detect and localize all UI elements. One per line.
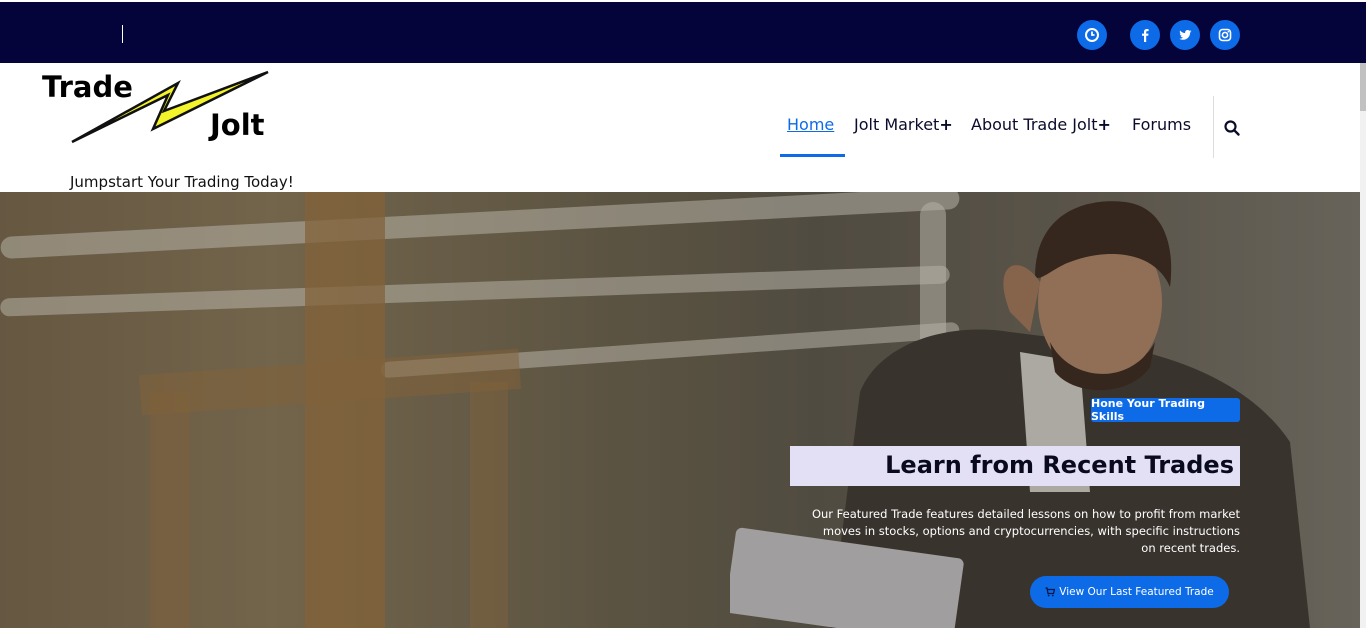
instagram-icon [1218,28,1232,42]
facebook-button[interactable] [1130,20,1160,50]
hero-banner: Hone Your Trading Skills Learn from Rece… [0,192,1360,628]
facebook-icon [1142,29,1149,42]
hero-badge: Hone Your Trading Skills [1091,397,1240,423]
logo-text-trade: Trade [42,70,133,104]
nav-separator [1213,96,1214,158]
nav-item-about-trade-jolt[interactable]: About Trade Jolt+ [971,115,1111,134]
nav-item-home[interactable]: Home [787,115,834,134]
site-logo[interactable]: Trade Jolt [38,69,278,153]
view-featured-trade-button[interactable]: View Our Last Featured Trade [1030,576,1229,608]
plus-icon: + [939,115,953,134]
twitter-icon [1179,30,1192,40]
site-header: Trade Jolt Jumpstart Your Trading Today!… [0,63,1360,192]
nav-item-label: About Trade Jolt [971,115,1098,134]
clock-social-button[interactable] [1077,20,1107,50]
site-tagline: Jumpstart Your Trading Today! [70,173,294,191]
plus-icon: + [1097,115,1111,134]
hero-title-box: Learn from Recent Trades [790,446,1240,486]
scrollbar-thumb[interactable] [1360,63,1366,111]
cart-icon [1045,587,1056,597]
nav-item-jolt-market[interactable]: Jolt Market+ [854,115,953,134]
hero-description: Our Featured Trade features detailed les… [811,507,1240,555]
clock-icon [1085,28,1099,42]
top-bar [0,0,1366,63]
nav-item-forums[interactable]: Forums [1132,115,1191,134]
search-icon[interactable] [1223,119,1241,137]
top-bar-divider [122,25,123,43]
hero-title: Learn from Recent Trades [885,451,1234,479]
nav-item-label: Jolt Market [854,115,940,134]
logo-text-jolt: Jolt [210,108,265,142]
instagram-button[interactable] [1210,20,1240,50]
nav-active-indicator [780,154,845,157]
page-scrollbar[interactable] [1360,63,1366,628]
cta-label: View Our Last Featured Trade [1059,586,1214,598]
twitter-button[interactable] [1170,20,1200,50]
